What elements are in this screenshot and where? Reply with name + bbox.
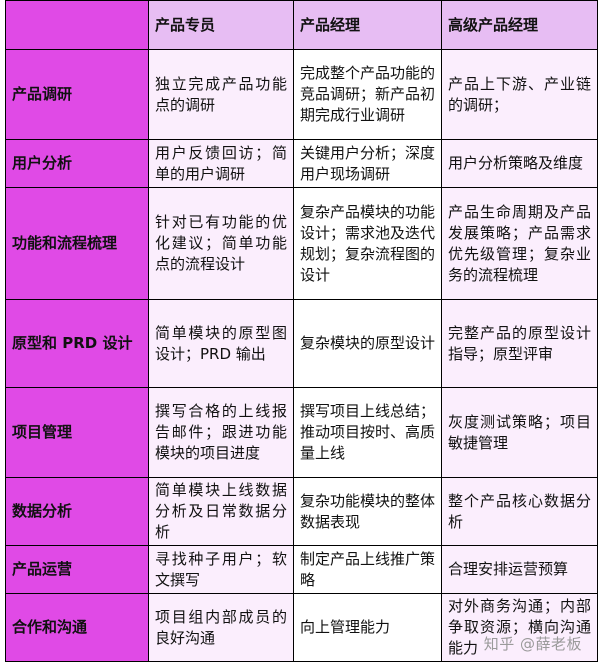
row-label: 用户分析 [5, 139, 149, 188]
table-cell: 简单模块的原型图设计；PRD 输出 [148, 299, 294, 388]
table-cell: 制定产品上线推广策略 [293, 545, 442, 594]
table-cell: 产品上下游、产业链的调研； [441, 49, 598, 140]
table-cell: 完成整个产品功能的竞品调研；新产品初期完成行业调研 [293, 49, 442, 140]
table-row: 项目管理 撰写合格的上线报告邮件；跟进功能模块的项目进度 撰写项目上线总结；推动… [5, 387, 598, 478]
table-cell: 寻找种子用户；软文撰写 [148, 545, 294, 594]
table-cell: 整个产品核心数据分析 [441, 477, 598, 546]
header-product-specialist: 产品专员 [148, 0, 294, 50]
row-label: 项目管理 [5, 387, 149, 478]
table-cell: 针对已有功能的优化建议；简单功能点的流程设计 [148, 187, 294, 300]
table-row: 数据分析 简单模块上线数据分析及日常数据分析 复杂功能模块的整体数据表现 整个产… [5, 477, 598, 546]
table-row: 产品运营 寻找种子用户；软文撰写 制定产品上线推广策略 合理安排运营预算 [5, 545, 598, 594]
table-row: 产品调研 独立完成产品功能点的调研 完成整个产品功能的竞品调研；新产品初期完成行… [5, 49, 598, 140]
row-label: 数据分析 [5, 477, 149, 546]
table-cell: 关键用户分析；深度用户现场调研 [293, 139, 442, 188]
table-cell: 独立完成产品功能点的调研 [148, 49, 294, 140]
table-cell: 向上管理能力 [293, 593, 442, 662]
table-cell: 用户反馈回访；简单的用户调研 [148, 139, 294, 188]
table-cell: 灰度测试策略；项目敏捷管理 [441, 387, 598, 478]
table-cell: 复杂产品模块的功能设计；需求池及迭代规划；复杂流程图的设计 [293, 187, 442, 300]
table-cell: 项目组内部成员的良好沟通 [148, 593, 294, 662]
row-label: 产品调研 [5, 49, 149, 140]
table-cell: 复杂功能模块的整体数据表现 [293, 477, 442, 546]
table-row: 原型和 PRD 设计 简单模块的原型图设计；PRD 输出 复杂模块的原型设计 完… [5, 299, 598, 388]
table-cell: 撰写项目上线总结；推动项目按时、高质量上线 [293, 387, 442, 478]
table-cell: 复杂模块的原型设计 [293, 299, 442, 388]
table-cell: 产品生命周期及产品发展策略；产品需求优先级管理；复杂业务的流程梳理 [441, 187, 598, 300]
header-senior-product-manager: 高级产品经理 [441, 0, 598, 50]
header-product-manager: 产品经理 [293, 0, 442, 50]
table-cell: 简单模块上线数据分析及日常数据分析 [148, 477, 294, 546]
row-label: 产品运营 [5, 545, 149, 594]
table-cell: 合理安排运营预算 [441, 545, 598, 594]
row-label: 合作和沟通 [5, 593, 149, 662]
row-label: 原型和 PRD 设计 [5, 299, 149, 388]
role-capability-table: 产品专员 产品经理 高级产品经理 产品调研 独立完成产品功能点的调研 完成整个产… [5, 0, 598, 662]
table-cell: 用户分析策略及维度 [441, 139, 598, 188]
corner-cell [5, 0, 149, 50]
table-cell: 撰写合格的上线报告邮件；跟进功能模块的项目进度 [148, 387, 294, 478]
header-row: 产品专员 产品经理 高级产品经理 [5, 0, 598, 50]
table-row: 功能和流程梳理 针对已有功能的优化建议；简单功能点的流程设计 复杂产品模块的功能… [5, 187, 598, 300]
table-row: 用户分析 用户反馈回访；简单的用户调研 关键用户分析；深度用户现场调研 用户分析… [5, 139, 598, 188]
row-label: 功能和流程梳理 [5, 187, 149, 300]
watermark: 知乎 @薛老板 [483, 635, 582, 653]
table-cell: 完整产品的原型设计指导；原型评审 [441, 299, 598, 388]
